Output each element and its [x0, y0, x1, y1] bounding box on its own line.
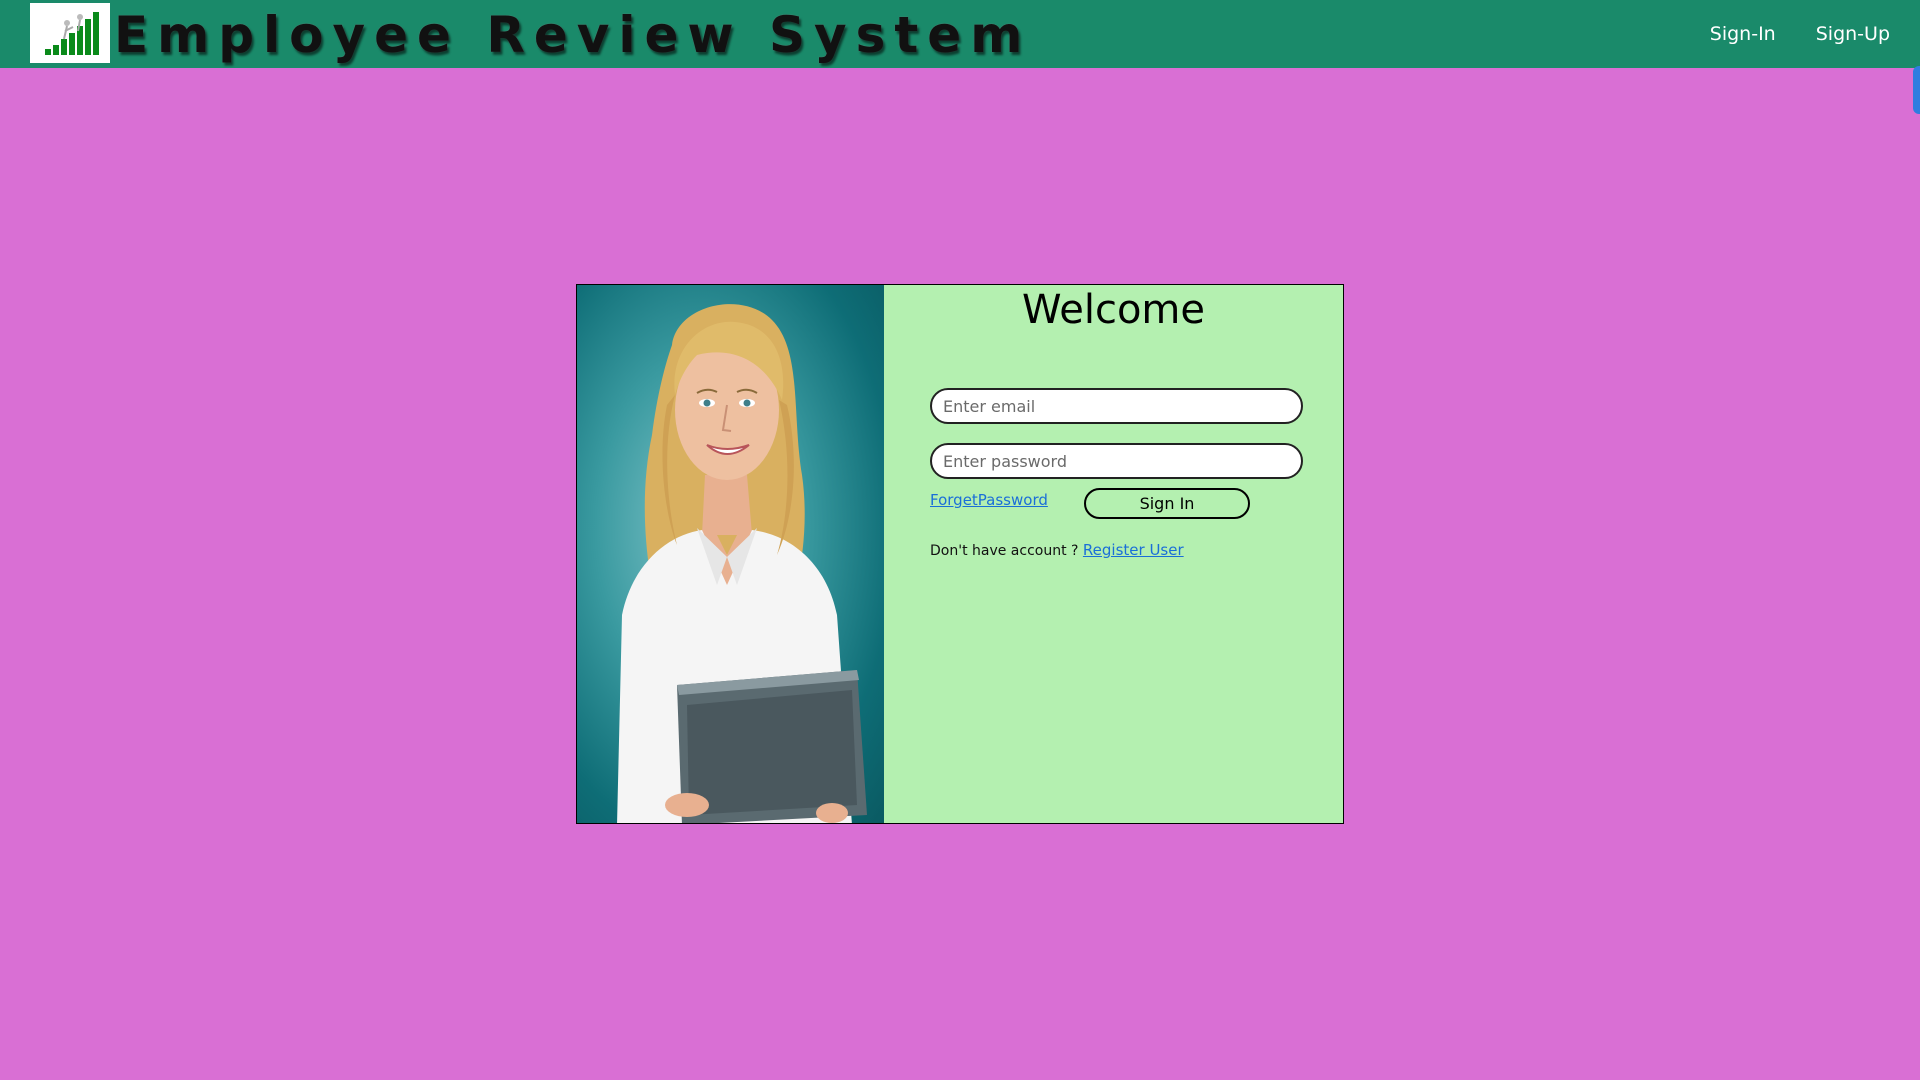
scrollbar-thumb[interactable]: [1913, 66, 1920, 114]
employee-portrait-image: [577, 285, 884, 823]
password-field[interactable]: [930, 443, 1303, 479]
top-navbar: Employee Review System Sign-In Sign-Up: [0, 0, 1920, 68]
login-card: Welcome ForgetPassword Sign In Don't hav…: [576, 284, 1344, 824]
nav-links: Sign-In Sign-Up: [1710, 0, 1890, 68]
no-account-text: Don't have account ?: [930, 543, 1079, 559]
welcome-heading: Welcome: [1022, 287, 1205, 333]
growth-chart-logo-icon[interactable]: [30, 3, 110, 63]
login-form-panel: Welcome ForgetPassword Sign In Don't hav…: [884, 285, 1343, 823]
nav-sign-up-link[interactable]: Sign-Up: [1816, 23, 1890, 45]
sign-in-button[interactable]: Sign In: [1084, 488, 1250, 519]
brand-title: Employee Review System: [114, 6, 1032, 64]
register-row: Don't have account ? Register User: [930, 541, 1184, 559]
register-user-link[interactable]: Register User: [1083, 541, 1184, 559]
forget-password-link[interactable]: ForgetPassword: [930, 491, 1048, 509]
nav-sign-in-link[interactable]: Sign-In: [1710, 23, 1776, 45]
email-field[interactable]: [930, 388, 1303, 424]
